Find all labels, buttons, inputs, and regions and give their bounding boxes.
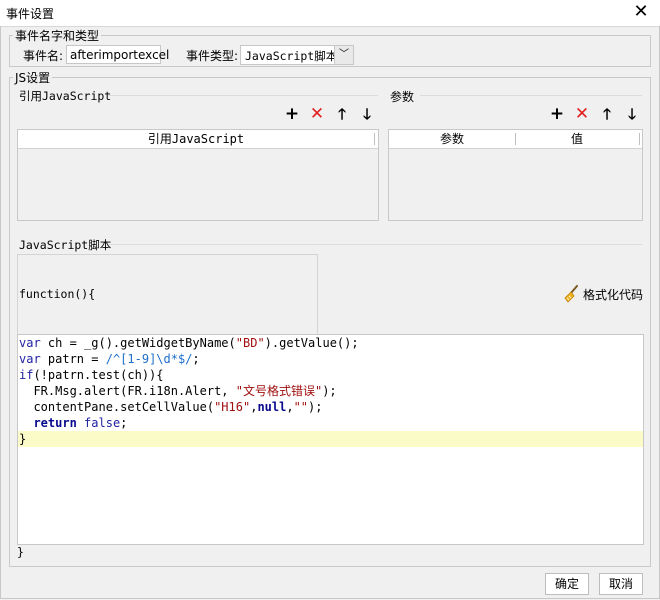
- ref-js-table[interactable]: 引用JavaScript: [17, 129, 379, 221]
- code-token: );: [322, 384, 337, 398]
- function-closing-brace: }: [17, 545, 24, 559]
- arrow-down-icon: 🡓: [363, 105, 371, 123]
- plus-icon: +: [549, 104, 565, 124]
- code-token: "H16": [214, 400, 251, 414]
- event-name-field[interactable]: afterimportexcel: [66, 45, 169, 64]
- code-token: var: [19, 352, 41, 366]
- code-token: if: [19, 368, 34, 382]
- broom-icon: [564, 285, 578, 303]
- event-name-label: 事件名:: [23, 49, 64, 63]
- code-token: "文号格式错误": [235, 384, 323, 398]
- ref-js-down-button[interactable]: 🡓: [357, 104, 377, 124]
- code-token: }: [19, 432, 27, 446]
- event-type-select[interactable]: JavaScript脚本 ﹀: [240, 45, 354, 65]
- format-code-label: 格式化代码: [583, 288, 644, 302]
- ref-js-up-button[interactable]: 🡑: [332, 104, 352, 124]
- code-line: if(!patrn.test(ch)){: [19, 367, 164, 383]
- code-line: return false;: [19, 415, 127, 431]
- code-token: null: [257, 400, 287, 414]
- param-value-column-header[interactable]: 值: [516, 130, 638, 148]
- code-token: "BD": [235, 336, 265, 350]
- code-line: }: [18, 431, 643, 447]
- code-token: ,: [286, 400, 294, 414]
- code-token: ;: [120, 416, 128, 430]
- param-name-column-header[interactable]: 参数: [389, 130, 515, 148]
- code-token: /^[1-9]\d*$/: [105, 352, 193, 366]
- title-bar: 事件设置 ✕: [0, 0, 660, 27]
- code-token: ).getValue();: [264, 336, 359, 350]
- function-signature: function(){: [19, 287, 96, 301]
- column-divider: [374, 133, 375, 145]
- event-type-value: JavaScript脚本: [245, 49, 338, 63]
- code-token: );: [308, 400, 323, 414]
- window-title: 事件设置: [6, 7, 55, 21]
- ref-js-add-button[interactable]: +: [282, 104, 302, 124]
- plus-icon: +: [284, 104, 300, 124]
- event-group-legend: 事件名字和类型: [13, 27, 102, 44]
- ref-js-divider: [108, 95, 378, 96]
- chevron-down-icon[interactable]: ﹀: [334, 46, 353, 64]
- arrow-up-icon: 🡑: [603, 105, 611, 123]
- ref-js-column-header[interactable]: 引用JavaScript: [18, 130, 374, 148]
- js-group-legend: JS设置: [13, 69, 53, 86]
- ok-button[interactable]: 确定: [545, 573, 589, 595]
- code-token: false: [84, 416, 121, 430]
- params-table-header: 参数 值: [389, 130, 642, 149]
- code-line: var patrn = /^[1-9]\d*$/;: [19, 351, 200, 367]
- close-icon[interactable]: ✕: [630, 2, 652, 22]
- code-token: var: [19, 336, 41, 350]
- params-down-button[interactable]: 🡓: [622, 104, 642, 124]
- code-token: patrn =: [40, 352, 106, 366]
- ref-js-delete-button[interactable]: ✕: [307, 104, 327, 124]
- script-divider: [108, 244, 642, 245]
- params-table[interactable]: 参数 值: [388, 129, 643, 221]
- params-up-button[interactable]: 🡑: [597, 104, 617, 124]
- event-type-label: 事件类型:: [186, 49, 239, 63]
- ref-js-table-header: 引用JavaScript: [18, 130, 378, 149]
- code-editor[interactable]: var ch = _g().getWidgetByName("BD").getV…: [17, 334, 644, 545]
- arrow-down-icon: 🡓: [628, 105, 636, 123]
- delete-icon: ✕: [309, 104, 325, 124]
- params-label: 参数: [390, 90, 415, 104]
- code-line: contentPane.setCellValue("H16",null,"");: [19, 399, 322, 415]
- delete-icon: ✕: [574, 104, 590, 124]
- column-divider: [639, 133, 640, 145]
- params-add-button[interactable]: +: [547, 104, 567, 124]
- code-line: FR.Msg.alert(FR.i18n.Alert, "文号格式错误");: [19, 383, 337, 399]
- code-token: ;: [192, 352, 200, 366]
- cancel-button[interactable]: 取消: [599, 573, 643, 595]
- params-divider: [420, 95, 642, 96]
- ref-js-label: 引用JavaScript: [19, 89, 112, 103]
- code-token: return: [33, 416, 77, 430]
- code-token: (!patrn.test(ch)){: [33, 368, 164, 382]
- arrow-up-icon: 🡑: [338, 105, 346, 123]
- code-line: var ch = _g().getWidgetByName("BD").getV…: [19, 335, 359, 351]
- function-signature-panel: function(){: [17, 254, 318, 335]
- code-token: "": [293, 400, 309, 414]
- code-token: ch = _g().getWidgetByName(: [40, 336, 236, 350]
- code-token: FR.Msg.alert(FR.i18n.Alert,: [19, 384, 236, 398]
- code-token: contentPane.setCellValue(: [19, 400, 215, 414]
- params-delete-button[interactable]: ✕: [572, 104, 592, 124]
- script-label: JavaScript脚本: [19, 238, 112, 252]
